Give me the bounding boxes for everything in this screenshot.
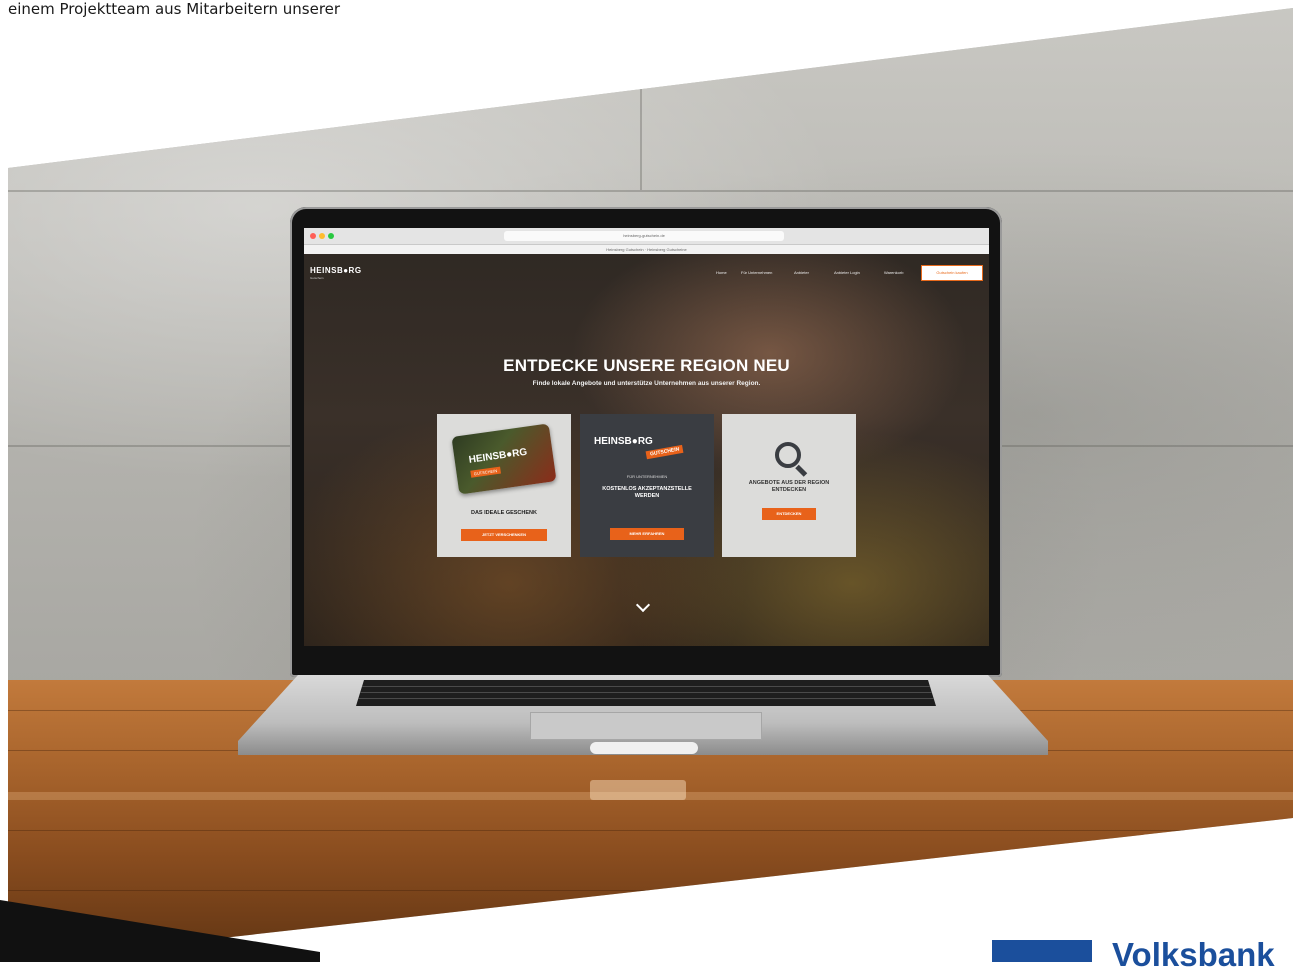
bookmark-bar: Heinsberg Gutschein · Heinsberg Gutschei…	[304, 245, 989, 254]
minimize-dot-icon[interactable]	[319, 233, 325, 239]
laptop-trackpad	[530, 712, 762, 740]
card-title: DAS IDEALE GESCHENK	[470, 510, 537, 516]
close-dot-icon[interactable]	[310, 233, 316, 239]
nav-item-fuer-unternehmen[interactable]: Für Unternehmen	[741, 270, 772, 275]
search-tile[interactable]: ANGEBOTE AUS DER REGION ENTDECKEN ENTDEC…	[722, 414, 856, 557]
laptop-notch	[590, 742, 698, 754]
browser-toolbar: heinsberg-gutschein.de	[304, 228, 989, 245]
volksbank-logo-mark	[992, 940, 1092, 962]
maximize-dot-icon[interactable]	[328, 233, 334, 239]
wall-joint	[640, 60, 642, 190]
gift-card-image: HEINSB●RG GUTSCHEIN	[451, 423, 557, 495]
intro-text: einem Projektteam aus Mitarbeitern unser…	[8, 0, 341, 18]
card-title: KOSTENLOS AKZEPTANZSTELLE WERDEN	[602, 486, 692, 499]
card-kicker: FÜR UNTERNEHMEN	[626, 474, 668, 479]
partner-tile[interactable]: HEINSB●RG GUTSCHEIN FÜR UNTERNEHMEN KOST…	[580, 414, 714, 557]
laptop-photo: heinsberg-gutschein.de Heinsberg Gutsche…	[8, 8, 1293, 962]
site-logo-sub: Gutschein	[310, 276, 324, 280]
chevron-down-icon[interactable]	[635, 597, 651, 613]
laptop-screen: heinsberg-gutschein.de Heinsberg Gutsche…	[304, 228, 989, 646]
hero-subtitle: Finde lokale Angebote und unterstütze Un…	[532, 380, 761, 387]
wall-joint	[8, 190, 1293, 192]
gift-card-logo: HEINSB●RG	[468, 446, 528, 466]
table-reflection	[590, 780, 686, 800]
mehr-erfahren-button[interactable]: MEHR ERFAHREN	[610, 528, 684, 540]
jetzt-verschenken-button[interactable]: JETZT VERSCHENKEN	[461, 529, 547, 541]
hero-title: ENTDECKE UNSERE REGION NEU	[503, 356, 790, 375]
wood-grain	[8, 830, 1293, 831]
laptop-keyboard	[356, 680, 936, 706]
gift-card-tile[interactable]: HEINSB●RG GUTSCHEIN DAS IDEALE GESCHENK …	[437, 414, 571, 557]
volksbank-wordmark: Volksbank	[1112, 936, 1275, 973]
card-title: ANGEBOTE AUS DER REGION ENTDECKEN	[748, 480, 830, 493]
nav-item-anbieter[interactable]: Anbieter	[794, 270, 809, 275]
nav-item-home[interactable]: Home	[716, 270, 727, 275]
wood-grain	[8, 890, 1293, 891]
nav-item-anbieter-login[interactable]: Anbieter Login	[834, 270, 860, 275]
gutschein-kaufen-button[interactable]: Gutschein kaufen	[921, 265, 983, 281]
site-logo[interactable]: HEINSB●RG	[310, 266, 362, 275]
partner-logo: HEINSB●RG	[594, 436, 653, 447]
nav-item-warenkorb[interactable]: Warenkorb	[884, 270, 903, 275]
address-bar[interactable]: heinsberg-gutschein.de	[504, 231, 784, 241]
entdecken-button[interactable]: ENTDECKEN	[762, 508, 816, 520]
gift-card-badge: GUTSCHEIN	[470, 466, 501, 478]
